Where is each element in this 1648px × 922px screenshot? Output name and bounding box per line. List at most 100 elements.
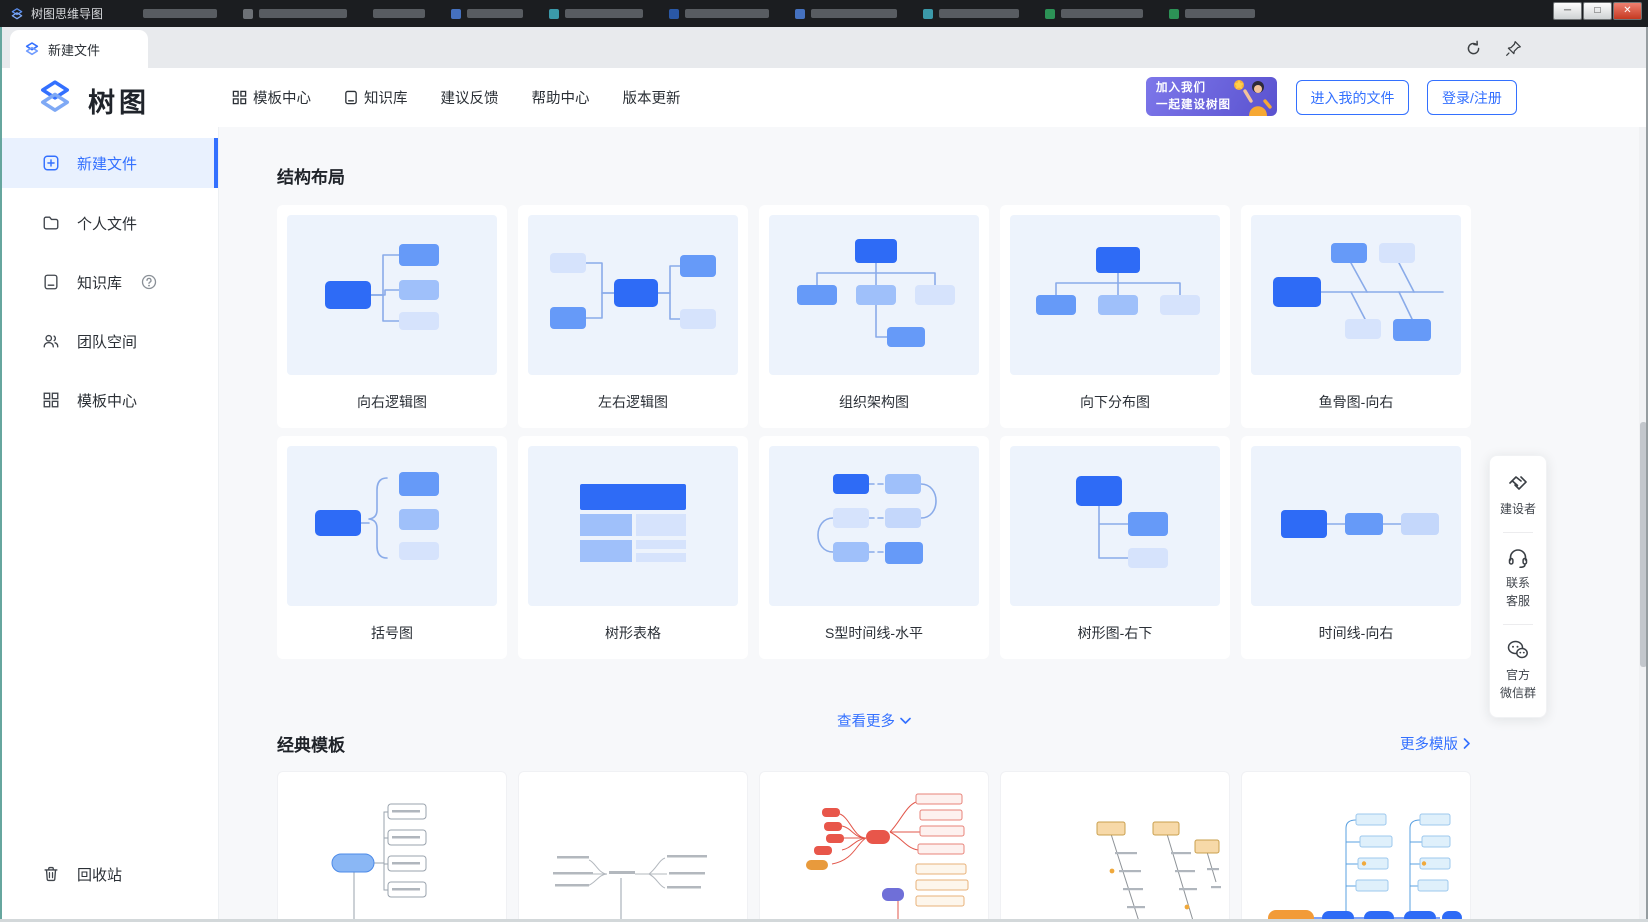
titlebar-tab-strip [143,9,1543,19]
sidebar-item-knowledge-base[interactable]: 知识库 [0,257,218,307]
taskbar-item[interactable] [1045,9,1143,19]
window-frame-left [0,27,2,922]
brand-name: 树图 [88,81,150,120]
login-register-button[interactable]: 登录/注册 [1427,80,1517,115]
floating-help-panel: 建设者 联系客服 官方微信群 [1489,455,1547,718]
sidebar-item-label: 团队空间 [77,331,137,352]
template-caption: 组织架构图 [759,392,989,412]
template-card-tree-table[interactable]: 树形表格 [518,436,748,659]
template-card-down-distribution-map[interactable]: 向下分布图 [1000,205,1230,428]
classic-template-card-2[interactable] [518,771,748,922]
template-caption: 树形表格 [518,623,748,643]
nav-label: 模板中心 [253,87,311,108]
classic-template-card-3[interactable] [759,771,989,922]
window-controls: ─ □ ✕ [1553,2,1642,20]
tab-label: 新建文件 [48,40,100,59]
taskbar-item-icon [795,9,805,19]
join-us-banner[interactable]: 加入我们 一起建设树图 [1146,77,1277,116]
sidebar-item-label: 新建文件 [77,153,137,174]
template-card-fishbone-right-map[interactable]: 鱼骨图-向右 [1241,205,1471,428]
maximize-button[interactable]: □ [1583,2,1612,20]
section-title-structure-layouts: 结构布局 [277,163,345,188]
taskbar-item-icon [669,9,679,19]
enter-my-files-button[interactable]: 进入我的文件 [1296,80,1409,115]
template-thumbnail [528,215,738,375]
template-card-org-structure-map[interactable]: 组织架构图 [759,205,989,428]
template-caption: 括号图 [277,623,507,643]
template-card-tree-down-right[interactable]: 树形图-右下 [1000,436,1230,659]
taskbar-item-icon [1045,9,1055,19]
taskbar-item[interactable] [669,9,769,19]
template-thumbnail [769,446,979,606]
taskbar-item[interactable] [549,9,643,19]
nav-help-center[interactable]: 帮助中心 [532,87,590,108]
nav-label: 帮助中心 [532,87,590,108]
folder-icon [42,214,60,232]
nav-label: 版本更新 [623,87,681,108]
chevron-down-icon [900,717,911,725]
headset-icon [1506,546,1530,570]
classic-template-card-4[interactable] [1000,771,1230,922]
template-card-right-logic-map[interactable]: 向右逻辑图 [277,205,507,428]
classic-template-thumbnail [1252,782,1462,922]
classic-template-card-5[interactable] [1241,771,1471,922]
refresh-button[interactable] [1459,34,1487,62]
view-more-label: 查看更多 [837,710,895,731]
template-thumbnail [1010,446,1220,606]
knowledge-base-help-icon[interactable] [141,274,157,290]
team-icon [42,332,60,350]
sidebar-item-recycle-bin[interactable]: 回收站 [0,849,218,899]
template-thumbnail [1251,446,1461,606]
pin-button[interactable] [1499,34,1527,62]
nav-label: 知识库 [364,87,408,108]
sidebar-item-label: 模板中心 [77,390,137,411]
classic-template-thumbnail [770,782,980,922]
taskbar-item[interactable] [243,9,347,19]
taskbar-item-icon [1169,9,1179,19]
tab-new-file[interactable]: 新建文件 [10,30,148,68]
template-caption: 向下分布图 [1000,392,1230,412]
taskbar-item-icon [549,9,559,19]
sidebar-item-personal-files[interactable]: 个人文件 [0,198,218,248]
template-caption: 时间线-向右 [1241,623,1471,643]
view-more-link[interactable]: 查看更多 [837,710,911,731]
sidebar-item-new-file[interactable]: 新建文件 [0,138,218,188]
builder-button[interactable]: 建设者 [1500,472,1536,519]
taskbar-item[interactable] [373,9,425,18]
template-caption: 向右逻辑图 [277,392,507,412]
brand-logo-icon [34,76,76,118]
official-wechat-group-button[interactable]: 官方微信群 [1500,638,1536,703]
chevron-right-icon [1463,738,1471,749]
nav-template-center[interactable]: 模板中心 [232,87,311,108]
wechat-icon [1506,638,1530,662]
window-title: 树图思维导图 [31,5,103,22]
taskbar-item[interactable] [451,9,523,19]
section-title-classic-templates: 经典模板 [277,731,345,756]
nav-version-update[interactable]: 版本更新 [623,87,681,108]
more-templates-link[interactable]: 更多模版 [1400,733,1471,754]
new-file-icon [42,154,60,172]
template-card-timeline-right[interactable]: 时间线-向右 [1241,436,1471,659]
window-titlebar: 树图思维导图 ─ □ ✕ [0,0,1648,27]
minimize-button[interactable]: ─ [1553,2,1582,20]
classic-template-card-1[interactable] [277,771,507,922]
pin-icon [1505,40,1522,57]
taskbar-item[interactable] [143,9,217,18]
tab-logo-icon [24,41,40,57]
template-thumbnail [769,215,979,375]
close-button[interactable]: ✕ [1613,2,1642,20]
join-us-banner-text: 加入我们 一起建设树图 [1156,80,1231,113]
nav-feedback[interactable]: 建议反馈 [441,87,499,108]
sidebar-item-template-center[interactable]: 模板中心 [0,375,218,425]
taskbar-item[interactable] [1169,9,1255,19]
template-card-bracket-map[interactable]: 括号图 [277,436,507,659]
sidebar-item-team-space[interactable]: 团队空间 [0,316,218,366]
template-card-left-right-logic-map[interactable]: 左右逻辑图 [518,205,748,428]
taskbar-item[interactable] [795,9,897,19]
taskbar-item[interactable] [923,9,1019,19]
classic-template-thumbnail [1011,782,1221,922]
template-thumbnail [528,446,738,606]
nav-knowledge-base[interactable]: 知识库 [344,87,408,108]
contact-support-button[interactable]: 联系客服 [1506,546,1530,611]
template-card-s-timeline-horizontal[interactable]: S型时间线-水平 [759,436,989,659]
